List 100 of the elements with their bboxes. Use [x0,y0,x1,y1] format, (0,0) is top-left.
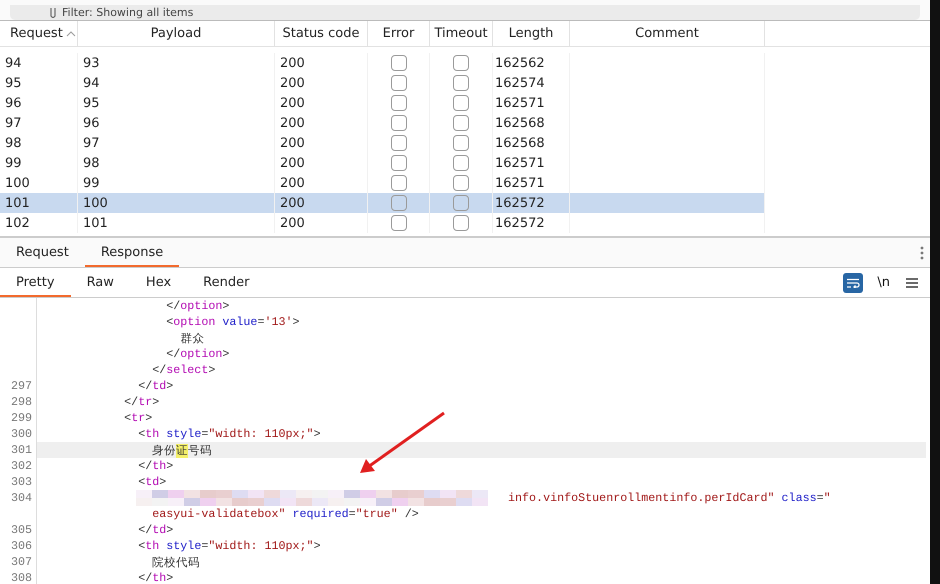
table-row[interactable]: 95 94 200 162574 [0,73,765,93]
table-cell: 98 [78,153,275,173]
checkbox[interactable] [390,195,406,211]
tab[interactable]: Hex [130,270,188,297]
column-header[interactable]: Comment [570,21,765,46]
column-header[interactable]: Error [368,21,430,46]
line-number: 302 [11,459,32,473]
code-line: info.vinfoStuenrollmentinfo.perIdCard" class=" [508,491,831,505]
checkbox[interactable] [453,75,469,91]
checkbox[interactable] [390,115,406,131]
table-cell: 200 [275,153,368,173]
code-line: </select> [151,363,216,377]
menu-icon [906,278,918,288]
table-cell: 200 [275,93,368,113]
table-cell: 102 [0,213,78,233]
code-line: </td> [137,523,174,537]
table-cell: 98 [0,133,78,153]
table-cell: 101 [78,213,275,233]
wrap-lines-icon [846,278,860,288]
table-row[interactable]: 94 93 200 162562 [0,53,765,73]
line-number: 308 [11,571,32,584]
table-cell: 94 [0,53,78,73]
table-cell: 162574 [493,73,570,93]
search-match: 证 [176,444,188,458]
more-options-icon[interactable] [920,246,924,260]
checkbox[interactable] [453,175,469,191]
code-line: 院校代码 [151,554,200,570]
table-cell: 162562 [493,53,570,73]
column-header[interactable]: Request [0,21,78,46]
code-line: <td> [137,475,166,489]
newline-toggle[interactable]: \n [873,272,894,292]
tab[interactable]: Raw [70,270,130,297]
checkbox[interactable] [390,215,406,231]
line-number: 300 [11,427,32,441]
table-cell: 97 [0,113,78,133]
code-line: 身份证号码 [151,442,212,458]
table-cell: 162571 [493,153,570,173]
line-number: 298 [11,395,32,409]
table-row[interactable]: 99 98 200 162571 [0,153,765,173]
table-row[interactable]: 101 100 200 162572 [0,193,765,213]
checkbox[interactable] [390,75,406,91]
checkbox[interactable] [453,115,469,131]
table-cell: 162571 [493,93,570,113]
line-number: 303 [11,475,32,489]
checkbox[interactable] [453,135,469,151]
checkbox[interactable] [390,55,406,71]
tab[interactable]: Request [0,240,85,267]
table-cell: 97 [78,133,275,153]
checkbox[interactable] [453,195,469,211]
column-header[interactable]: Timeout [430,21,493,46]
code-line: <th style="width: 110px;"> [137,427,321,441]
line-number: 297 [11,379,32,393]
table-cell: 200 [275,73,368,93]
column-header[interactable]: Length [493,21,570,46]
table-cell: 200 [275,53,368,73]
table-cell: 200 [275,213,368,233]
checkbox[interactable] [390,155,406,171]
line-number: 305 [11,523,32,537]
table-cell: 96 [78,113,275,133]
column-header[interactable]: Payload [78,21,275,46]
code-line: </th> [137,571,174,584]
wrap-lines-button[interactable] [843,272,864,292]
table-cell: 200 [275,133,368,153]
code-line: </option> [165,347,230,361]
code-line: </option> [165,299,230,313]
table-cell: 101 [0,193,78,213]
tab[interactable]: Render [187,270,266,297]
table-cell: 96 [0,93,78,113]
checkbox[interactable] [390,95,406,111]
checkbox[interactable] [453,95,469,111]
table-cell: 162568 [493,113,570,133]
tab[interactable]: Response [84,240,180,267]
code-line: </tr> [123,395,160,409]
table-row[interactable]: 97 96 200 162568 [0,113,765,133]
table-cell: 200 [275,113,368,133]
filter-bar[interactable]: Filter: Showing all items [10,5,920,20]
table-cell: 200 [275,193,368,213]
checkbox[interactable] [453,55,469,71]
line-number: 301 [11,443,32,457]
table-cell: 93 [78,53,275,73]
column-header[interactable]: Status code [275,21,368,46]
code-line: 群众 [179,330,204,346]
table-cell: 162568 [493,133,570,153]
table-cell: 162572 [493,213,570,233]
table-cell: 94 [78,73,275,93]
table-cell: 99 [0,153,78,173]
table-row[interactable]: 96 95 200 162571 [0,93,765,113]
code-line: </th> [137,459,174,473]
line-number: 306 [11,539,32,553]
table-row[interactable]: 102 101 200 162572 [0,213,765,233]
code-line: easyui-validatebox" required="true" /> [151,507,419,521]
table-cell: 162572 [493,193,570,213]
checkbox[interactable] [453,215,469,231]
checkbox[interactable] [390,175,406,191]
line-number: 299 [11,411,32,425]
filter-icon [50,8,56,18]
table-row[interactable]: 98 97 200 162568 [0,133,765,153]
filter-text: Filter: Showing all items [62,6,194,19]
checkbox[interactable] [390,135,406,151]
checkbox[interactable] [453,155,469,171]
